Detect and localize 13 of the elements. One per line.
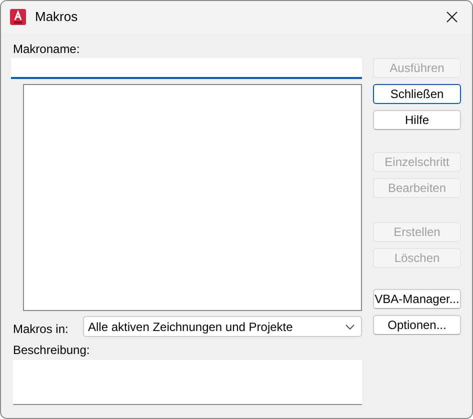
macros-in-label: Makros in: (13, 320, 70, 338)
macros-in-dropdown[interactable]: Alle aktiven Zeichnungen und Projekte (83, 316, 362, 337)
chevron-down-icon (345, 324, 355, 330)
dialog-button[interactable]: Schließen (373, 84, 461, 104)
window-title: Makros (35, 8, 78, 26)
macro-name-label: Makroname: (13, 42, 81, 57)
dialog-button[interactable]: VBA-Manager... (373, 289, 461, 309)
macro-name-field[interactable] (11, 58, 362, 79)
close-icon[interactable] (446, 11, 458, 23)
dialog-button[interactable]: Optionen... (373, 315, 461, 335)
dialog-button[interactable]: Hilfe (373, 110, 461, 130)
app-logo-icon (10, 9, 26, 25)
description-label: Beschreibung: (13, 343, 91, 358)
